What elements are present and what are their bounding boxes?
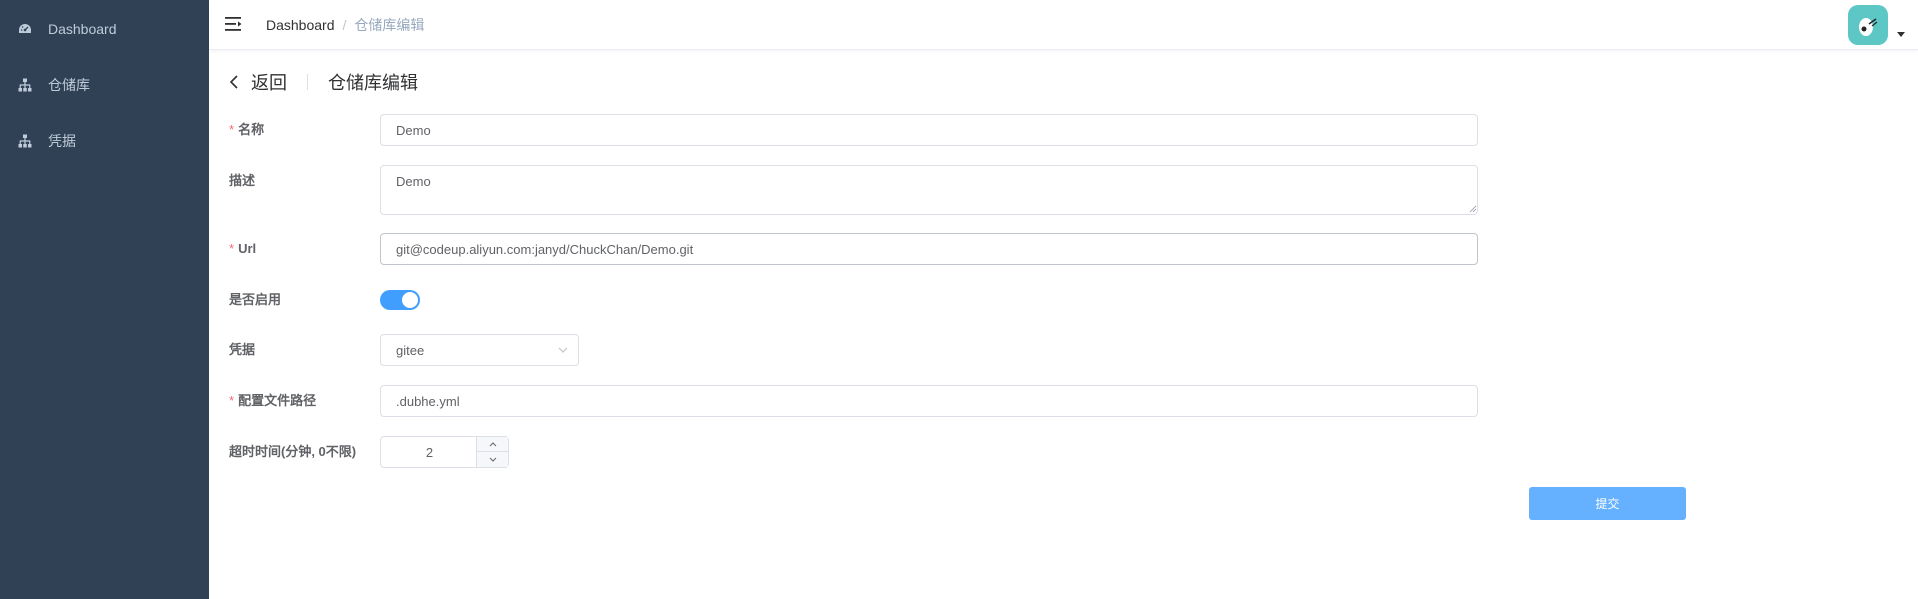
enabled-label: 是否启用 xyxy=(229,292,282,307)
name-input[interactable] xyxy=(380,114,1478,146)
tree-icon xyxy=(18,134,32,148)
sidebar-item-dashboard[interactable]: Dashboard xyxy=(0,1,209,57)
required-mark: * xyxy=(229,393,235,408)
description-label: 描述 xyxy=(229,173,256,188)
select-value: gitee xyxy=(396,343,425,358)
chevron-down-icon[interactable] xyxy=(1897,32,1905,37)
sidebar-item-repository[interactable]: 仓储库 xyxy=(0,57,209,113)
credential-select[interactable]: gitee xyxy=(380,334,579,366)
name-label: * 名称 xyxy=(229,122,265,137)
main-content: Dashboard / 仓储库编辑 返回 仓储库编辑 *名称 描述 Demo *Ur… xyxy=(209,0,1918,599)
chevron-up-icon xyxy=(489,442,496,447)
breadcrumb-current: 仓储库编辑 xyxy=(354,17,425,33)
sidebar-item-label: Dashboard xyxy=(48,21,117,37)
credential-label: 凭据 xyxy=(229,342,256,357)
sidebar-item-credentials[interactable]: 凭据 xyxy=(0,113,209,169)
decrease-button[interactable] xyxy=(477,452,508,467)
tree-icon xyxy=(18,78,32,92)
timeout-label: 超时时间(分钟, 0不限) xyxy=(229,444,357,459)
avatar[interactable] xyxy=(1848,5,1888,45)
chevron-left-icon xyxy=(229,75,238,89)
page-title: 仓储库编辑 xyxy=(328,73,418,93)
url-input[interactable] xyxy=(380,233,1478,265)
config-path-label: * 配置文件路径 xyxy=(229,393,317,408)
dashboard-icon xyxy=(18,22,32,36)
hamburger-icon[interactable] xyxy=(225,16,243,32)
increase-button[interactable] xyxy=(477,437,508,452)
timeout-stepper[interactable] xyxy=(380,436,509,468)
description-textarea[interactable]: Demo xyxy=(380,165,1478,215)
breadcrumb-separator: / xyxy=(342,17,347,33)
submit-button[interactable]: 提交 xyxy=(1529,487,1686,520)
page-header: 返回 仓储库编辑 xyxy=(229,70,418,94)
sidebar-item-label: 仓储库 xyxy=(48,77,90,93)
resize-handle-icon[interactable] xyxy=(1469,205,1477,213)
stepper-buttons xyxy=(476,437,508,467)
back-label: 返回 xyxy=(251,73,287,93)
required-mark: * xyxy=(229,241,235,256)
url-label: * Url xyxy=(229,241,257,256)
timeout-input[interactable] xyxy=(381,437,478,467)
breadcrumb-home[interactable]: Dashboard xyxy=(266,17,335,33)
sidebar: Dashboard 仓储库 凭据 xyxy=(0,0,209,599)
chevron-down-icon xyxy=(558,347,568,353)
toggle-knob xyxy=(402,292,418,308)
config-path-input[interactable] xyxy=(380,385,1478,417)
back-button[interactable]: 返回 xyxy=(229,69,287,95)
divider xyxy=(307,74,308,90)
sidebar-item-label: 凭据 xyxy=(48,133,76,149)
chevron-down-icon xyxy=(489,457,496,462)
navbar: Dashboard / 仓储库编辑 xyxy=(209,0,1918,50)
breadcrumb: Dashboard / 仓储库编辑 xyxy=(266,16,424,34)
enabled-toggle[interactable] xyxy=(380,290,420,310)
required-mark: * xyxy=(229,122,235,137)
